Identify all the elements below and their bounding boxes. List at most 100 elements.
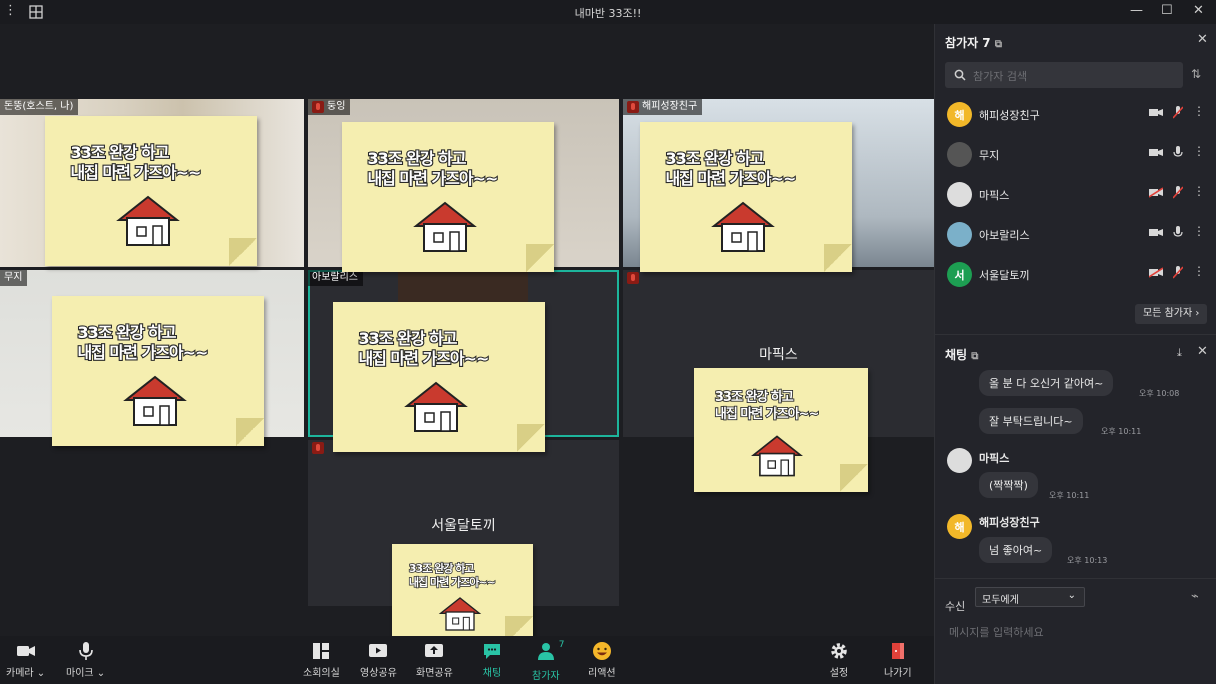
chat-timestamp: 오후 10:11: [1101, 427, 1142, 436]
video-share-button[interactable]: 영상공유: [360, 640, 397, 679]
avatar: 해: [947, 514, 972, 539]
more-options-icon[interactable]: ⋮: [1193, 144, 1205, 158]
participants-button[interactable]: 7 참가자: [532, 640, 565, 682]
reaction-button[interactable]: 리액션: [588, 640, 616, 679]
breakout-room-button[interactable]: 소회의실: [303, 640, 340, 679]
tile-name-tag: [623, 270, 644, 286]
mic-on-icon: [1173, 226, 1183, 237]
participant-row[interactable]: 해 해피성장친구 ⋮: [935, 96, 1216, 132]
avatar: [947, 222, 972, 247]
mic-muted-icon: [1173, 266, 1183, 279]
chat-timestamp: 오후 10:13: [1067, 556, 1108, 565]
sort-icon[interactable]: ⇅: [1191, 67, 1201, 81]
download-icon[interactable]: ⤓: [1177, 346, 1182, 360]
close-window-icon[interactable]: ✕: [1193, 3, 1204, 18]
participants-count-badge: 7: [558, 640, 565, 650]
sticky-note-sticker: 33조 완강 하고 내집 마련 가즈아~~: [45, 116, 257, 266]
mic-muted-icon: [1173, 106, 1183, 119]
more-options-icon[interactable]: ⋮: [1193, 264, 1205, 278]
sticky-note-text: 33조 완강 하고 내집 마련 가즈아~~: [664, 148, 797, 189]
chat-button[interactable]: 채팅: [481, 640, 503, 679]
participant-status-icons: ⋮: [1149, 264, 1209, 280]
house-icon: [711, 201, 775, 252]
camera-on-icon: [1149, 109, 1163, 116]
mic-muted-icon: [627, 272, 639, 284]
camera-off-icon: [1149, 267, 1163, 278]
recipient-label: 수신: [945, 600, 966, 613]
sticky-note-sticker: 33조 완강 하고 내집 마련 가즈아~~: [694, 368, 868, 492]
close-panel-icon[interactable]: ✕: [1197, 32, 1208, 47]
mic-muted-icon: [1173, 186, 1183, 199]
sticky-note-text: 33조 완강 하고 내집 마련 가즈아~~: [76, 322, 209, 363]
settings-button[interactable]: 설정: [828, 640, 850, 679]
close-chat-icon[interactable]: ✕: [1197, 344, 1208, 359]
all-participants-button[interactable]: 모든 참가자 ›: [1135, 304, 1208, 324]
more-options-icon[interactable]: ⋮: [1193, 104, 1205, 118]
mic-on-icon: [1173, 146, 1183, 157]
popout-icon[interactable]: ⧉: [971, 351, 978, 362]
participant-row[interactable]: 마픽스 ⋮: [935, 176, 1216, 212]
camera-off-icon: [1149, 187, 1163, 198]
house-icon: [413, 201, 477, 252]
tile-name-tag: 아보랄리스: [308, 270, 363, 286]
participant-status-icons: ⋮: [1149, 144, 1209, 160]
camera-on-icon: [1149, 229, 1163, 236]
house-icon: [438, 597, 482, 631]
chat-icon: [484, 644, 500, 659]
panel-divider: [935, 334, 1216, 335]
sticky-note-sticker: 33조 완강 하고 내집 마련 가즈아~~: [333, 302, 545, 452]
chat-sender-name: 마픽스: [979, 452, 1010, 465]
sticky-note-text: 33조 완강 하고 내집 마련 가즈아~~: [366, 148, 499, 189]
avatar: 서: [947, 262, 972, 287]
title-bar: ⋮ 내마반 33조!! — ☐ ✕: [0, 0, 1216, 24]
attachment-icon[interactable]: ⌁: [1191, 589, 1199, 604]
maximize-icon[interactable]: ☐: [1161, 3, 1173, 18]
tile-name-tag: 돈뚱(호스트, 나): [0, 99, 79, 115]
chat-message: 넘 좋아여~: [979, 537, 1053, 563]
participant-status-icons: ⋮: [1149, 104, 1209, 120]
participant-row[interactable]: 아보랄리스 ⋮: [935, 216, 1216, 252]
chevron-down-icon: ⌄: [1067, 590, 1076, 601]
recipient-select[interactable]: 모두에게 ⌄: [975, 587, 1085, 607]
sticky-note-text: 33조 완강 하고 내집 마련 가즈아~~: [69, 142, 202, 183]
window-title: 내마반 33조!!: [574, 7, 642, 20]
minimize-icon[interactable]: —: [1130, 3, 1143, 18]
meeting-toolbar: 카메라 ⌄ 마이크 ⌄ 소회의실 영상공유 화면공유 채팅 7 참가자 리액션 …: [0, 636, 934, 684]
sticky-note-sticker: 33조 완강 하고 내집 마련 가즈아~~: [52, 296, 264, 446]
participants-icon: [537, 643, 554, 660]
house-icon: [123, 375, 187, 426]
avatar: [947, 142, 972, 167]
participant-row[interactable]: 서 서울달토끼 ⋮: [935, 256, 1216, 292]
more-options-icon[interactable]: ⋮: [1193, 184, 1205, 198]
sticky-note-text: 33조 완강 하고 내집 마련 가즈아~~: [408, 561, 496, 589]
side-panel: 참가자 7 ⧉ ✕ 참가자 검색 ⇅ 해 해피성장친구 ⋮ 무지 ⋮ 마픽스 ⋮: [934, 24, 1216, 684]
popout-icon[interactable]: ⧉: [995, 39, 1002, 50]
camera-button[interactable]: 카메라 ⌄: [6, 640, 45, 679]
mic-icon: [78, 642, 93, 660]
video-share-icon: [369, 644, 388, 657]
participant-status-icons: ⋮: [1149, 184, 1209, 200]
more-options-icon[interactable]: ⋮: [1193, 224, 1205, 238]
sticky-note-sticker: 33조 완강 하고 내집 마련 가즈아~~: [640, 122, 852, 272]
mic-muted-icon: [627, 101, 639, 113]
avatar: [947, 448, 972, 473]
house-icon: [751, 435, 803, 477]
chat-message: (짝짝짝): [979, 472, 1038, 498]
participant-row[interactable]: 무지 ⋮: [935, 136, 1216, 172]
tile-name-tag: 해피성장친구: [623, 99, 703, 115]
tile-name-tag: 둥잉: [308, 99, 351, 115]
message-input[interactable]: 메시지를 입력하세요: [949, 624, 1044, 640]
sticky-note-sticker: 33조 완강 하고 내집 마련 가즈아~~: [392, 544, 533, 644]
camera-on-icon: [1149, 149, 1163, 156]
screen-share-icon: [425, 644, 444, 657]
participant-search-input[interactable]: 참가자 검색: [945, 62, 1183, 88]
screen-share-button[interactable]: 화면공유: [416, 640, 453, 679]
sticky-note-sticker: 33조 완강 하고 내집 마련 가즈아~~: [342, 122, 554, 272]
exit-door-icon: [891, 643, 904, 659]
avatar: 해: [947, 102, 972, 127]
leave-button[interactable]: 나가기: [884, 640, 912, 679]
avatar: [947, 182, 972, 207]
mic-button[interactable]: 마이크 ⌄: [66, 640, 105, 679]
sticky-note-text: 33조 완강 하고 내집 마련 가즈아~~: [714, 389, 820, 422]
mic-muted-icon: [312, 442, 324, 454]
